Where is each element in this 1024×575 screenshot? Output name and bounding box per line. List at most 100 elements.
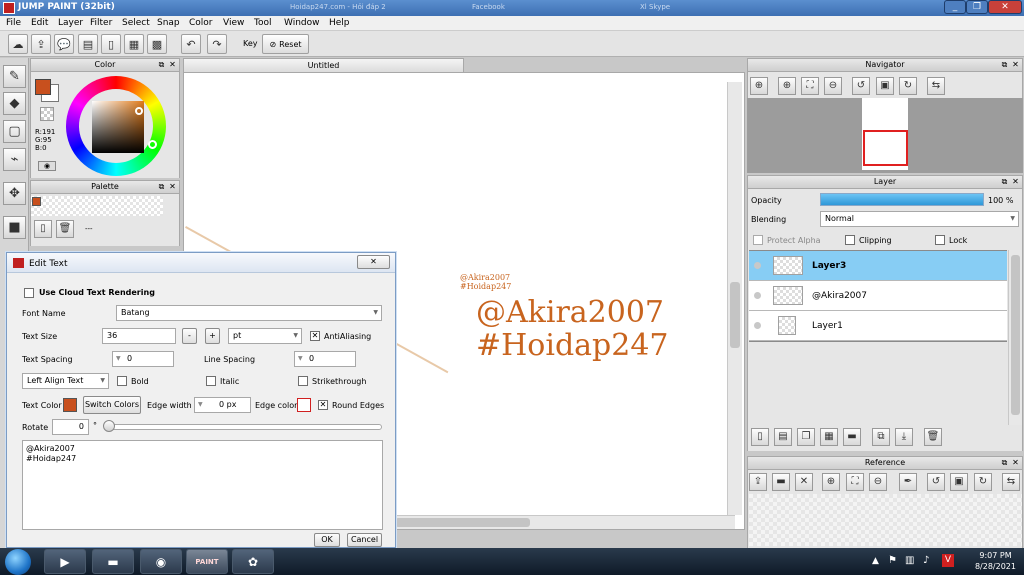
duplicate-icon[interactable]: ⧉: [872, 428, 890, 446]
rotate-slider-handle[interactable]: [103, 420, 115, 432]
close-icon[interactable]: ✕: [168, 182, 177, 191]
layer-row[interactable]: Layer3: [749, 251, 1007, 281]
visibility-icon[interactable]: [754, 292, 761, 299]
opacity-slider[interactable]: [820, 193, 984, 206]
close-icon[interactable]: ✕: [1011, 177, 1020, 186]
menu-filter[interactable]: Filter: [90, 18, 112, 28]
font-name-select[interactable]: Batang: [116, 305, 382, 321]
zoom-in-icon[interactable]: ⊕: [822, 473, 840, 491]
edge-width-input[interactable]: ▼ 0 px: [194, 397, 251, 413]
start-button[interactable]: [5, 549, 31, 575]
reset-button[interactable]: ⊘ Reset: [262, 34, 309, 54]
lock-checkbox[interactable]: [935, 235, 945, 245]
close-icon[interactable]: ✕: [168, 60, 177, 69]
undo-icon[interactable]: ↶: [181, 34, 201, 54]
layer-row[interactable]: @Akira2007: [749, 281, 1007, 311]
increase-size-button[interactable]: +: [205, 328, 220, 344]
text-color-swatch[interactable]: [63, 398, 77, 412]
close-icon[interactable]: ✕: [1011, 60, 1020, 69]
bold-checkbox[interactable]: [117, 376, 127, 386]
scrollbar-thumb[interactable]: [395, 518, 530, 527]
rotate-input[interactable]: 0: [52, 419, 89, 435]
new-layer-icon[interactable]: ▯: [751, 428, 769, 446]
delete-palette-icon[interactable]: 🗑: [56, 220, 74, 238]
reset-view-icon[interactable]: ▣: [950, 473, 968, 491]
detach-icon[interactable]: ⧉: [157, 182, 166, 191]
app-task-icon[interactable]: ✿: [232, 549, 274, 574]
ok-button[interactable]: OK: [314, 533, 340, 547]
fill-icon[interactable]: ■: [3, 216, 26, 239]
main-color-swatch[interactable]: [35, 79, 51, 95]
round-edges-checkbox[interactable]: ✕: [318, 400, 328, 410]
redo-icon[interactable]: ↷: [207, 34, 227, 54]
rotate-slider-track[interactable]: [104, 424, 382, 430]
share-icon[interactable]: ⇪: [31, 34, 51, 54]
file-explorer-icon[interactable]: ▬: [92, 549, 134, 574]
zoom-in-icon[interactable]: ⊕: [750, 77, 768, 95]
detach-icon[interactable]: ⧉: [1000, 458, 1009, 467]
network-icon[interactable]: ▥: [905, 555, 914, 566]
minimize-button[interactable]: _: [944, 0, 966, 14]
fit-icon[interactable]: ⛶: [846, 473, 864, 491]
rotate-right-icon[interactable]: ↻: [899, 77, 917, 95]
size-unit-select[interactable]: pt: [228, 328, 302, 344]
brush-icon[interactable]: ✎: [3, 65, 26, 88]
select-rect-icon[interactable]: ▢: [3, 120, 26, 143]
canvas-large-text[interactable]: @Akira2007 #Hoidap247: [476, 296, 669, 362]
close-icon[interactable]: ✕: [1011, 458, 1020, 467]
cancel-button[interactable]: Cancel: [347, 533, 382, 547]
color-mode-icon[interactable]: ◉: [38, 161, 56, 171]
detach-icon[interactable]: ⧉: [1000, 60, 1009, 69]
text-content-area[interactable]: @Akira2007 #Hoidap247: [22, 440, 383, 530]
alignment-select[interactable]: Left Align Text: [22, 373, 109, 389]
rotate-left-icon[interactable]: ↺: [927, 473, 945, 491]
vietkey-icon[interactable]: V: [942, 554, 954, 567]
eraser-icon[interactable]: ◆: [3, 92, 26, 115]
menu-snap[interactable]: Snap: [157, 18, 180, 28]
volume-icon[interactable]: ♪: [923, 555, 929, 566]
strikethrough-checkbox[interactable]: [298, 376, 308, 386]
flip-icon[interactable]: ⇆: [927, 77, 945, 95]
canvas-horizontal-scrollbar[interactable]: [395, 515, 735, 529]
halftone-layer-icon[interactable]: ▦: [820, 428, 838, 446]
close-reference-icon[interactable]: ✕: [795, 473, 813, 491]
reference-canvas[interactable]: [749, 494, 1022, 546]
eyedropper-icon[interactable]: ✒: [899, 473, 917, 491]
close-window-button[interactable]: ✕: [988, 0, 1022, 14]
navigator-viewport[interactable]: [863, 130, 908, 166]
detach-icon[interactable]: ⧉: [157, 60, 166, 69]
palette-swatches[interactable]: [31, 196, 163, 216]
delete-layer-icon[interactable]: 🗑: [924, 428, 942, 446]
panels-icon[interactable]: ▦: [124, 34, 144, 54]
reset-view-icon[interactable]: ▣: [876, 77, 894, 95]
new-palette-icon[interactable]: ▯: [34, 220, 52, 238]
zoom-out-icon[interactable]: ⊖: [824, 77, 842, 95]
dialog-close-button[interactable]: ✕: [357, 255, 390, 269]
transparent-swatch[interactable]: [40, 107, 54, 121]
layer-scrollbar[interactable]: [1008, 250, 1022, 425]
switch-colors-button[interactable]: Switch Colors: [83, 396, 141, 414]
canvas-tab[interactable]: Untitled: [183, 58, 464, 72]
fit-icon[interactable]: ⛶: [801, 77, 819, 95]
navigator-preview[interactable]: [747, 98, 1023, 173]
menu-view[interactable]: View: [223, 18, 244, 28]
canvas-vertical-scrollbar[interactable]: [727, 82, 742, 515]
line-spacing-input[interactable]: ▼ 0: [294, 351, 356, 367]
tray-chevron-icon[interactable]: ▲: [872, 556, 879, 566]
jump-paint-task[interactable]: PAINT: [186, 549, 228, 574]
edge-color-swatch[interactable]: [297, 398, 311, 412]
comment-icon[interactable]: ▤: [78, 34, 98, 54]
detach-icon[interactable]: ⧉: [1000, 177, 1009, 186]
palette-swatch[interactable]: [32, 197, 41, 206]
cloud-icon[interactable]: ☁: [8, 34, 28, 54]
visibility-icon[interactable]: [754, 322, 761, 329]
menu-help[interactable]: Help: [329, 18, 350, 28]
clipping-checkbox[interactable]: [845, 235, 855, 245]
scrollbar-thumb[interactable]: [730, 282, 740, 348]
folder-icon[interactable]: ▬: [843, 428, 861, 446]
italic-checkbox[interactable]: [206, 376, 216, 386]
menu-color[interactable]: Color: [189, 18, 213, 28]
flag-icon[interactable]: ⚑: [888, 555, 897, 566]
copy-layer-icon[interactable]: ❐: [797, 428, 815, 446]
menu-file[interactable]: File: [6, 18, 21, 28]
